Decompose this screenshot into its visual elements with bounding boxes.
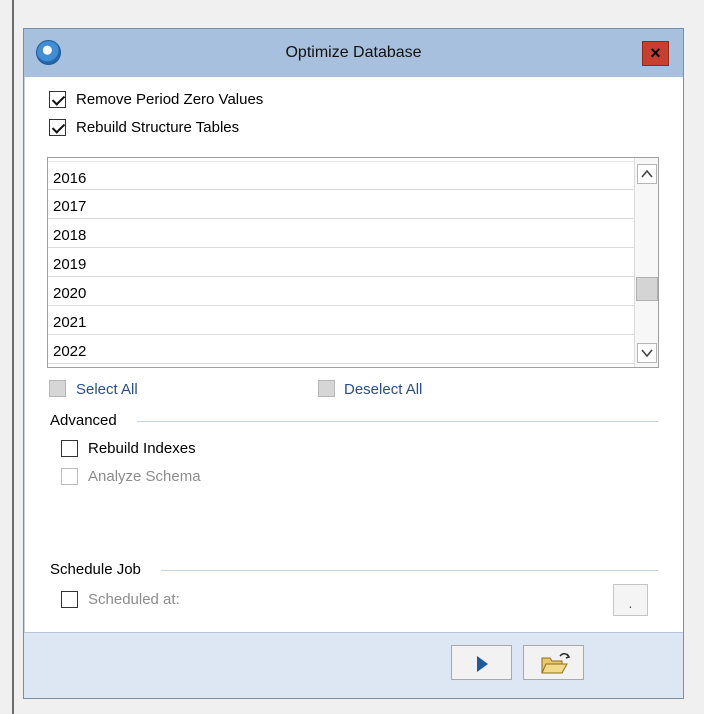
optimize-database-dialog: Optimize Database × Remove Period Zero V… [23, 28, 684, 699]
list-item[interactable]: 2017 [48, 190, 634, 219]
scheduled-at-label[interactable]: Scheduled at: [88, 591, 180, 609]
advanced-divider [137, 421, 658, 422]
folder-open-icon [541, 652, 571, 674]
scroll-thumb[interactable] [636, 277, 658, 301]
scroll-down-button[interactable] [637, 343, 657, 363]
title-bar[interactable]: Optimize Database × [24, 29, 683, 77]
close-button[interactable]: × [642, 41, 669, 66]
play-icon [477, 656, 488, 672]
rebuild-indexes-checkbox[interactable] [61, 440, 78, 457]
remove-period-zero-label[interactable]: Remove Period Zero Values [76, 91, 263, 109]
list-item[interactable]: 2018 [48, 219, 634, 248]
select-all-label[interactable]: Select All [76, 381, 138, 399]
year-list[interactable]: 2016 2017 2018 2019 2020 2021 2022 [47, 157, 659, 368]
list-scrollbar[interactable] [634, 158, 658, 367]
dialog-footer [24, 632, 683, 698]
scheduled-at-checkbox[interactable] [61, 591, 78, 608]
list-item[interactable]: 2020 [48, 277, 634, 306]
analyze-schema-label[interactable]: Analyze Schema [88, 468, 201, 486]
schedule-heading: Schedule Job [50, 561, 141, 578]
window-edge [12, 0, 14, 714]
schedule-browse-button[interactable]: . [613, 584, 648, 616]
dialog-title: Optimize Database [285, 44, 422, 61]
deselect-all-checkbox[interactable] [318, 380, 335, 397]
dialog-body: Remove Period Zero Values Rebuild Struct… [24, 77, 683, 632]
list-item[interactable]: 2022 [48, 335, 634, 364]
rebuild-indexes-label[interactable]: Rebuild Indexes [88, 440, 196, 458]
remove-period-zero-checkbox[interactable] [49, 91, 66, 108]
list-item[interactable]: 2019 [48, 248, 634, 277]
list-item[interactable]: 2021 [48, 306, 634, 335]
open-folder-button[interactable] [523, 645, 584, 680]
chevron-down-icon [641, 349, 653, 358]
advanced-heading: Advanced [50, 412, 117, 429]
deselect-all-label[interactable]: Deselect All [344, 381, 422, 399]
analyze-schema-checkbox[interactable] [61, 468, 78, 485]
rebuild-structure-label[interactable]: Rebuild Structure Tables [76, 119, 239, 137]
rebuild-structure-checkbox[interactable] [49, 119, 66, 136]
list-item[interactable]: 2016 [48, 161, 634, 190]
run-button[interactable] [451, 645, 512, 680]
schedule-divider [161, 570, 658, 571]
select-all-checkbox[interactable] [49, 380, 66, 397]
chevron-up-icon [641, 169, 653, 178]
scroll-up-button[interactable] [637, 164, 657, 184]
